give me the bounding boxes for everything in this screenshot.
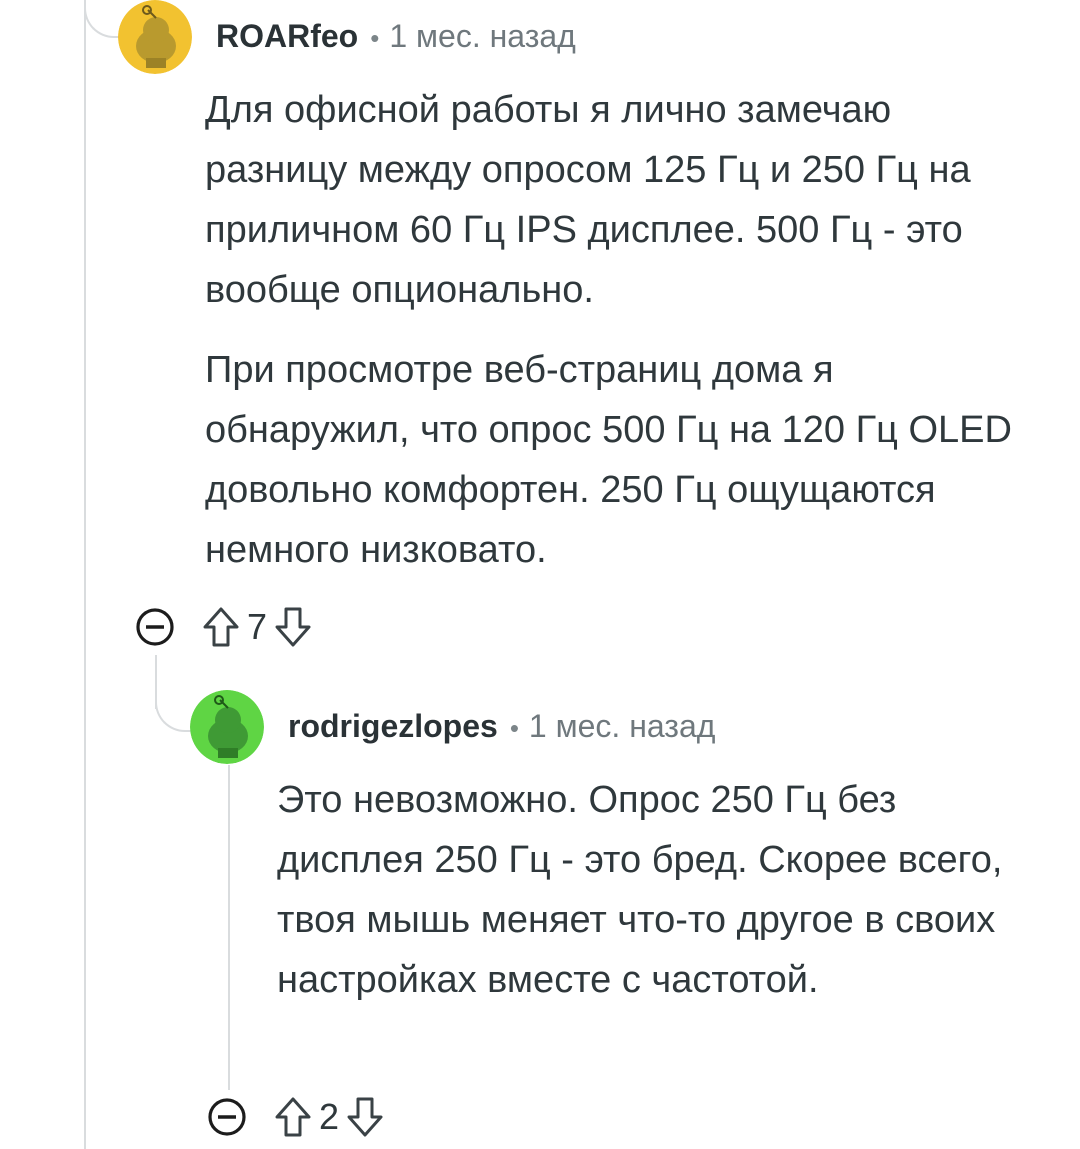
- comment-body: Это невозможно. Опрос 250 Гц без дисплея…: [277, 770, 1017, 1010]
- comment-timestamp[interactable]: 1 мес. назад: [529, 708, 716, 745]
- comment-paragraph: Это невозможно. Опрос 250 Гц без дисплея…: [277, 779, 1003, 1001]
- snoo-avatar-icon: [190, 690, 264, 764]
- avatar[interactable]: [118, 0, 192, 74]
- comment-timestamp[interactable]: 1 мес. назад: [389, 18, 576, 55]
- comment-meta: ROARfeo • 1 мес. назад: [216, 18, 576, 55]
- avatar[interactable]: [190, 690, 264, 764]
- meta-separator: •: [370, 23, 380, 53]
- collapse-icon[interactable]: [135, 607, 175, 647]
- comment-paragraph: При просмотре веб-страниц дома я обнаруж…: [205, 349, 1012, 571]
- thread-line-reply: [228, 765, 230, 1090]
- vote-score: 2: [319, 1096, 340, 1137]
- comment-author[interactable]: ROARfeo: [216, 18, 358, 55]
- thread-connector-reply: [155, 690, 193, 732]
- meta-separator: •: [509, 713, 519, 743]
- thread-connector-top: [84, 0, 122, 38]
- vote-score: 7: [247, 606, 268, 647]
- downvote-icon[interactable]: [345, 1095, 385, 1139]
- comment-paragraph: Для офисной работы я лично замечаю разни…: [205, 89, 971, 311]
- downvote-icon[interactable]: [273, 605, 313, 649]
- comment-body: Для офисной работы я лично замечаю разни…: [205, 80, 1035, 580]
- comment-actions: 7: [135, 605, 313, 649]
- comment-meta: rodrigezlopes • 1 мес. назад: [288, 708, 715, 745]
- thread-line-main: [84, 0, 86, 1149]
- collapse-icon[interactable]: [207, 1097, 247, 1137]
- upvote-icon[interactable]: [273, 1095, 313, 1139]
- comment-author[interactable]: rodrigezlopes: [288, 708, 498, 745]
- comment-actions: 2: [207, 1095, 385, 1139]
- upvote-icon[interactable]: [201, 605, 241, 649]
- snoo-avatar-icon: [118, 0, 192, 74]
